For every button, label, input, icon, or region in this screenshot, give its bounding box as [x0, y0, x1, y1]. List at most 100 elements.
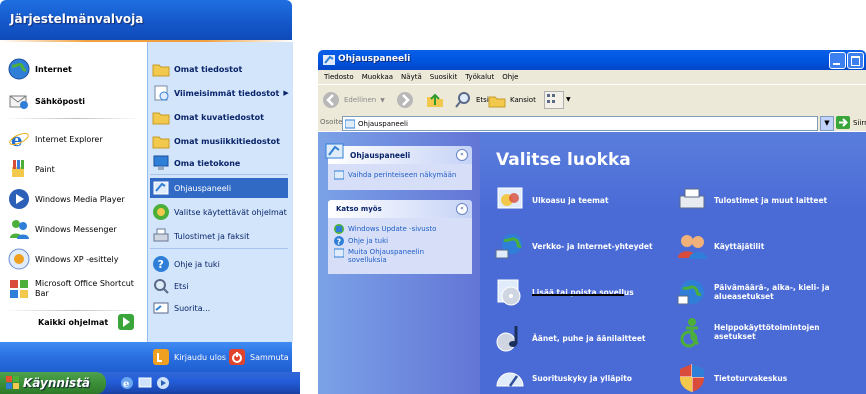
my-computer[interactable]: Oma tietokone [152, 154, 240, 172]
see-also-header[interactable]: Katso myös « [328, 200, 472, 218]
quicklaunch-ie-icon[interactable]: e [120, 376, 134, 390]
all-programs-button[interactable]: Kaikki ohjelmat [38, 314, 135, 330]
all-programs-separator [6, 310, 142, 311]
pinned-email[interactable]: Sähköposti [8, 90, 85, 112]
address-label: Osoite [320, 118, 343, 126]
help-icon: ? [334, 236, 344, 246]
date-time-globe-icon [677, 280, 704, 305]
start-menu: Järjestelmänvalvoja Internet Sähköposti … [0, 0, 300, 394]
search[interactable]: Etsi [152, 277, 189, 295]
globe-icon [8, 58, 30, 80]
page-heading: Valitse luokka [496, 150, 631, 170]
control-panel-window: Ohjauspaneeli Tiedosto Muokkaa Näytä Suo… [318, 50, 866, 394]
performance-icon [496, 372, 524, 387]
control-panel-icon [153, 181, 169, 195]
other-options-link[interactable]: Muita Ohjauspaneelin sovelluksia [334, 248, 438, 264]
search-icon [455, 92, 470, 108]
windows-update-icon [334, 224, 344, 234]
recent-office-shortcut-bar[interactable]: Microsoft Office Shortcut Bar [8, 278, 144, 300]
recent-messenger[interactable]: Windows Messenger [8, 218, 117, 240]
back-arrow-icon [323, 92, 339, 108]
control-panel-panel-header[interactable]: Ohjauspaneeli « [325, 143, 472, 164]
category-sounds[interactable]: Äänet, puhe ja äänilaitteet [494, 322, 646, 354]
menu-tools[interactable]: Työkalut [465, 73, 494, 81]
appearance-icon [497, 187, 523, 209]
category-accessibility[interactable]: Helppokäyttötoimintojen asetukset [676, 316, 836, 348]
go-button[interactable]: Siirry [836, 116, 866, 129]
start-button[interactable]: Käynnistä [0, 372, 106, 394]
recent-xp-tour[interactable]: Windows XP -esittely [8, 248, 118, 270]
start-menu-header: Järjestelmänvalvoja [0, 0, 292, 40]
recent-paint[interactable]: Paint [8, 158, 55, 180]
run[interactable]: Suorita... [152, 299, 210, 317]
music-folder-icon [152, 136, 170, 149]
category-security-center[interactable]: Tietoturvakeskus [676, 362, 787, 394]
toolbar: Edellinen ▼ Etsi Kansiot ▼ [318, 84, 866, 116]
help-icon: ? [153, 256, 169, 272]
title-bar: Ohjauspaneeli [318, 50, 866, 70]
menu-edit[interactable]: Muokkaa [362, 73, 393, 81]
folders-button[interactable]: Kansiot [488, 91, 536, 109]
set-program-access[interactable]: Valitse käytettävät ohjelmat [152, 203, 287, 221]
shutdown-button[interactable]: Sammuta [228, 348, 289, 366]
category-add-remove-programs[interactable]: Lisää tai poista sovellus [494, 276, 634, 308]
address-dropdown-icon[interactable]: ▼ [820, 116, 834, 131]
recent-docs-icon [154, 85, 169, 101]
address-input[interactable]: Ohjauspaneeli [342, 116, 818, 131]
maximize-icon [851, 56, 860, 66]
svg-text:e: e [123, 379, 129, 390]
category-performance[interactable]: Suorituskyky ja ylläpito [494, 362, 632, 394]
printers-and-faxes[interactable]: Tulostimet ja faksit [152, 227, 249, 245]
pinned-internet[interactable]: Internet [8, 58, 72, 80]
switch-view-icon [334, 170, 344, 180]
help-support-link[interactable]: ? Ohje ja tuki [334, 236, 388, 246]
internet-explorer-icon: e [9, 130, 29, 150]
menu-file[interactable]: Tiedosto [324, 73, 354, 81]
maximize-button[interactable] [847, 52, 864, 69]
category-view: Valitse luokka Ulkoasu ja teemat Tulosti… [480, 132, 866, 394]
switch-classic-view-link[interactable]: Vaihda perinteiseen näkymään [334, 170, 456, 180]
recent-internet-explorer[interactable]: e Internet Explorer [8, 128, 103, 150]
category-appearance[interactable]: Ulkoasu ja teemat [494, 184, 609, 216]
collapse-chevron-icon[interactable]: « [456, 203, 468, 215]
paint-icon [12, 160, 24, 177]
logoff-icon [153, 349, 169, 365]
sounds-icon [496, 326, 518, 352]
back-button[interactable]: Edellinen ▼ [322, 91, 385, 109]
office-icon [10, 280, 28, 298]
category-network[interactable]: Verkko- ja Internet-yhteydet [494, 230, 653, 262]
messenger-icon [10, 220, 29, 239]
my-music[interactable]: Omat musiikkitiedostot [152, 132, 280, 150]
address-bar: Osoite Ohjauspaneeli ▼ Siirry [318, 115, 866, 131]
pictures-folder-icon [152, 112, 170, 125]
recent-documents[interactable]: Viimeisimmät tiedostot ▶ [152, 84, 289, 102]
menu-view[interactable]: Näytä [401, 73, 422, 81]
minimize-button[interactable] [829, 52, 846, 69]
forward-arrow-icon[interactable] [396, 91, 414, 109]
user-name: Järjestelmänvalvoja [10, 12, 144, 26]
views-button[interactable] [544, 91, 564, 109]
control-panel-item[interactable]: Ohjauspaneeli [152, 179, 231, 197]
menu-favorites[interactable]: Suosikit [430, 73, 458, 81]
category-printers[interactable]: Tulostimet ja muut laitteet [676, 184, 827, 216]
my-pictures[interactable]: Omat kuvatiedostot [152, 108, 264, 126]
menu-help[interactable]: Ohje [502, 73, 518, 81]
views-dropdown-icon[interactable]: ▼ [566, 96, 571, 103]
recent-media-player[interactable]: Windows Media Player [8, 188, 125, 210]
logoff-button[interactable]: Kirjaudu ulos [152, 348, 226, 366]
quicklaunch-desktop-icon[interactable] [138, 376, 152, 390]
windows-update-link[interactable]: Windows Update -sivusto [334, 224, 436, 234]
help-and-support[interactable]: ? Ohje ja tuki [152, 255, 220, 273]
category-user-accounts[interactable]: Käyttäjätilit [676, 230, 764, 262]
program-access-icon [153, 204, 169, 220]
up-folder-icon[interactable] [426, 91, 444, 109]
user-accounts-icon [678, 235, 707, 259]
category-date-time-language[interactable]: Päivämäärä-, aika-, kieli- ja alueasetuk… [676, 276, 836, 308]
collapse-chevron-icon[interactable]: « [456, 149, 468, 161]
quicklaunch-media-icon[interactable] [156, 376, 170, 390]
search-button[interactable]: Etsi [454, 91, 489, 109]
window-title: Ohjauspaneeli [338, 54, 411, 64]
control-panel-icon [323, 55, 335, 65]
tour-icon [8, 248, 30, 270]
my-documents[interactable]: Omat tiedostot [152, 60, 242, 78]
